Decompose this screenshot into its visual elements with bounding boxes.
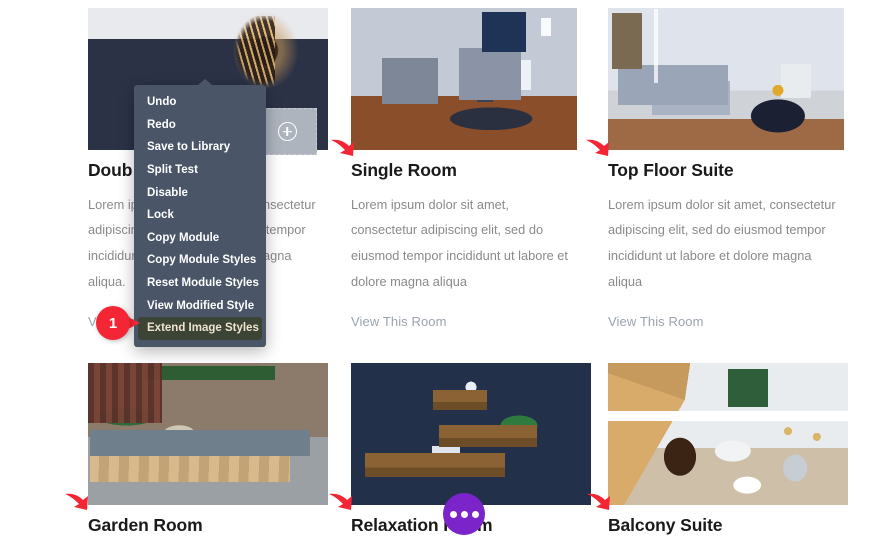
room-description: Lorem ipsum dolor sit amet, consectetur …	[351, 196, 568, 289]
room-image[interactable]	[351, 8, 577, 150]
menu-item-copy-module-styles[interactable]: Copy Module Styles	[134, 249, 266, 272]
menu-item-copy-module[interactable]: Copy Module	[134, 227, 266, 250]
room-image[interactable]	[608, 8, 844, 150]
room-title: Balcony Suite	[608, 515, 723, 535]
menu-item-save-to-library[interactable]: Save to Library	[134, 136, 266, 159]
menu-item-view-modified-style[interactable]: View Modified Style	[134, 294, 266, 317]
step-badge: 1	[88, 298, 142, 348]
arrow-cursor-icon	[586, 492, 612, 514]
loading-dots-cursor	[443, 493, 485, 535]
room-description: Lorem ipsum dolor sit amet, consectetur …	[608, 196, 836, 289]
dot-icon	[449, 510, 457, 518]
menu-pointer-notch	[198, 79, 212, 85]
room-title: Garden Room	[88, 515, 203, 535]
menu-item-undo[interactable]: Undo	[134, 91, 266, 114]
room-title: Single Room	[351, 160, 457, 180]
room-card[interactable]: Single Room Lorem ipsum dolor sit amet, …	[351, 8, 577, 331]
arrow-cursor-icon	[585, 138, 611, 160]
room-card[interactable]: Garden Room Lorem ipsum dolor sit amet, …	[88, 363, 328, 550]
menu-item-extend-image-styles[interactable]: Extend Image Styles	[138, 316, 262, 340]
arrow-cursor-icon	[64, 492, 90, 514]
dot-icon	[460, 510, 468, 518]
page-canvas: Doub Lorem ipsum dolor sit amet, consect…	[0, 0, 880, 550]
dot-icon	[471, 510, 479, 518]
module-context-menu[interactable]: Undo Redo Save to Library Split Test Dis…	[134, 79, 266, 347]
plus-circle-icon	[277, 122, 297, 141]
rooms-grid: Doub Lorem ipsum dolor sit amet, consect…	[0, 0, 880, 550]
room-link[interactable]: View This Room	[608, 314, 704, 329]
arrow-cursor-icon	[328, 492, 354, 514]
menu-item-disable[interactable]: Disable	[134, 181, 266, 204]
room-title: Top Floor Suite	[608, 160, 734, 180]
menu-item-split-test[interactable]: Split Test	[134, 159, 266, 182]
arrow-cursor-icon	[330, 138, 356, 160]
room-image[interactable]	[351, 363, 591, 505]
room-image[interactable]	[88, 363, 328, 505]
room-card[interactable]: Balcony Suite Lorem ipsum dolor sit amet…	[608, 363, 848, 550]
step-badge-number: 1	[108, 314, 118, 332]
add-module-button[interactable]	[257, 108, 317, 155]
menu-item-reset-module-styles[interactable]: Reset Module Styles	[134, 272, 266, 295]
room-link[interactable]: View This Room	[351, 314, 447, 329]
menu-item-lock[interactable]: Lock	[134, 204, 266, 227]
room-image[interactable]	[608, 363, 848, 505]
room-card[interactable]: Top Floor Suite Lorem ipsum dolor sit am…	[608, 8, 844, 331]
menu-item-redo[interactable]: Redo	[134, 114, 266, 137]
